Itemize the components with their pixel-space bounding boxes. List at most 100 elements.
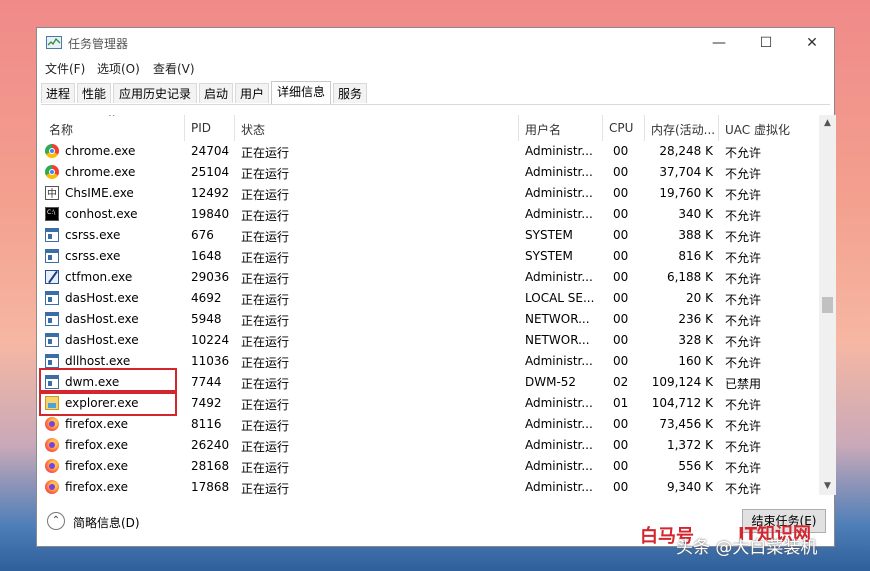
scroll-up-arrow-icon[interactable]: ▲ — [819, 115, 836, 132]
cell-uac: 不允许 — [725, 482, 762, 495]
menu-options[interactable]: 选项(O) — [97, 60, 140, 77]
table-row[interactable]: firefox.exe 8116 正在运行 Administr... 00 73,456 … — [41, 414, 817, 435]
system-process-icon — [45, 291, 59, 305]
cell-cpu: 00 — [613, 480, 629, 494]
table-row[interactable]: ChsIME.exe 12492 正在运行 Administr... 00 19,760 … — [41, 183, 817, 204]
cell-status: 正在运行 — [241, 230, 290, 244]
table-row[interactable]: chrome.exe 25104 正在运行 Administr... 00 37,704 … — [41, 162, 817, 183]
table-row[interactable]: firefox.exe 28168 正在运行 Administr... 00 556 K 不… — [41, 456, 817, 477]
column-header-pid[interactable]: PID — [191, 121, 211, 135]
table-row[interactable]: conhost.exe 19840 正在运行 Administr... 00 340 K 不… — [41, 204, 817, 225]
tab-app-history[interactable]: 应用历史记录 — [113, 83, 197, 103]
cell-name: dasHost.exe — [65, 291, 139, 305]
cell-uac: 不允许 — [725, 419, 762, 433]
cell-name: firefox.exe — [65, 480, 129, 494]
column-header-name[interactable]: 名称 — [49, 121, 73, 138]
column-divider[interactable] — [718, 115, 719, 141]
close-button[interactable]: ✕ — [789, 28, 835, 58]
cell-username: Administr... — [525, 438, 593, 452]
table-row[interactable]: csrss.exe 1648 正在运行 SYSTEM 00 816 K 不允许 — [41, 246, 817, 267]
menu-file[interactable]: 文件(F) — [45, 60, 85, 77]
table-row[interactable]: firefox.exe 26240 正在运行 Administr... 00 1,372 … — [41, 435, 817, 456]
cell-cpu: 00 — [613, 207, 629, 221]
tab-processes[interactable]: 进程 — [41, 83, 75, 103]
cell-name: csrss.exe — [65, 228, 121, 242]
menu-view[interactable]: 查看(V) — [153, 60, 195, 77]
vertical-scrollbar[interactable]: ▲ ▼ — [819, 115, 836, 495]
cell-status: 正在运行 — [241, 398, 290, 412]
cell-memory: 104,712 K — [651, 396, 713, 410]
table-row[interactable]: chrome.exe 24704 正在运行 Administr... 00 28,248 … — [41, 141, 817, 162]
column-divider[interactable] — [184, 115, 185, 141]
cell-status: 正在运行 — [241, 335, 290, 349]
maximize-icon: ☐ — [759, 35, 773, 51]
cell-username: Administr... — [525, 165, 593, 179]
cell-status: 正在运行 — [241, 356, 290, 370]
firefox-icon — [45, 459, 59, 473]
table-row[interactable]: csrss.exe 676 正在运行 SYSTEM 00 388 K 不允许 — [41, 225, 817, 246]
collapse-chevron-icon[interactable]: ⌃ — [47, 512, 65, 530]
cell-pid: 10224 — [191, 333, 230, 347]
chrome-icon — [45, 165, 59, 179]
cell-pid: 12492 — [191, 186, 230, 200]
chrome-icon — [45, 144, 59, 158]
cell-cpu: 00 — [613, 438, 629, 452]
cell-memory: 340 K — [678, 207, 713, 221]
tab-startup[interactable]: 启动 — [199, 83, 233, 103]
cell-pid: 28168 — [191, 459, 230, 473]
tab-performance[interactable]: 性能 — [77, 83, 111, 103]
table-row[interactable]: firefox.exe 17868 正在运行 Administr... 00 9,340 … — [41, 477, 817, 495]
fewer-details-link[interactable]: 简略信息(D) — [73, 514, 140, 531]
column-header-uac[interactable]: UAC 虚拟化 — [725, 121, 790, 138]
tab-services[interactable]: 服务 — [333, 83, 367, 103]
cell-pid: 29036 — [191, 270, 230, 284]
cell-uac: 不允许 — [725, 188, 762, 202]
cell-name: csrss.exe — [65, 249, 121, 263]
column-divider[interactable] — [644, 115, 645, 141]
tab-bar: 进程 性能 应用历史记录 启动 用户 详细信息 服务 — [41, 81, 834, 105]
minimize-button[interactable]: — — [696, 28, 742, 58]
column-header-memory[interactable]: 内存(活动... — [651, 121, 715, 138]
table-row[interactable]: dasHost.exe 4692 正在运行 LOCAL SE... 00 20 K 不允许 — [41, 288, 817, 309]
cell-status: 正在运行 — [241, 146, 290, 160]
cell-cpu: 00 — [613, 249, 629, 263]
cell-cpu: 01 — [613, 396, 629, 410]
window-title: 任务管理器 — [68, 37, 129, 51]
cell-memory: 20 K — [686, 291, 713, 305]
highlight-box-dwm — [39, 368, 177, 392]
cell-pid: 4692 — [191, 291, 222, 305]
table-row[interactable]: ctfmon.exe 29036 正在运行 Administr... 00 6,188 K… — [41, 267, 817, 288]
column-header-username[interactable]: 用户名 — [525, 121, 561, 138]
column-header-cpu[interactable]: CPU — [609, 121, 633, 135]
cell-status: 正在运行 — [241, 461, 290, 475]
tab-users[interactable]: 用户 — [235, 83, 269, 103]
scroll-down-arrow-icon[interactable]: ▼ — [819, 478, 836, 495]
cell-status: 正在运行 — [241, 440, 290, 454]
cell-cpu: 00 — [613, 228, 629, 242]
maximize-button[interactable]: ☐ — [743, 28, 789, 58]
cell-uac: 不允许 — [725, 146, 762, 160]
cell-pid: 25104 — [191, 165, 230, 179]
cell-cpu: 00 — [613, 291, 629, 305]
column-divider[interactable] — [518, 115, 519, 141]
cell-memory: 556 K — [678, 459, 713, 473]
cell-username: SYSTEM — [525, 228, 573, 242]
cell-username: Administr... — [525, 480, 593, 494]
cell-memory: 73,456 K — [659, 417, 713, 431]
cell-uac: 不允许 — [725, 272, 762, 286]
title-bar[interactable]: 任务管理器 — ☐ ✕ — [37, 28, 834, 58]
scroll-thumb[interactable] — [822, 297, 833, 313]
task-manager-window: 任务管理器 — ☐ ✕ 文件(F) 选项(O) 查看(V) 进程 性能 应用历史… — [36, 27, 836, 547]
table-row[interactable]: dasHost.exe 10224 正在运行 NETWOR... 00 328 K 不允许 — [41, 330, 817, 351]
column-header-status[interactable]: 状态 — [241, 121, 265, 138]
cell-uac: 不允许 — [725, 335, 762, 349]
cell-status: 正在运行 — [241, 167, 290, 181]
table-row[interactable]: dasHost.exe 5948 正在运行 NETWOR... 00 236 K 不允许 — [41, 309, 817, 330]
cell-username: Administr... — [525, 396, 593, 410]
column-divider[interactable] — [234, 115, 235, 141]
firefox-icon — [45, 417, 59, 431]
cell-memory: 37,704 K — [659, 165, 713, 179]
tab-divider — [41, 104, 830, 105]
tab-details[interactable]: 详细信息 — [271, 81, 331, 104]
column-divider[interactable] — [602, 115, 603, 141]
